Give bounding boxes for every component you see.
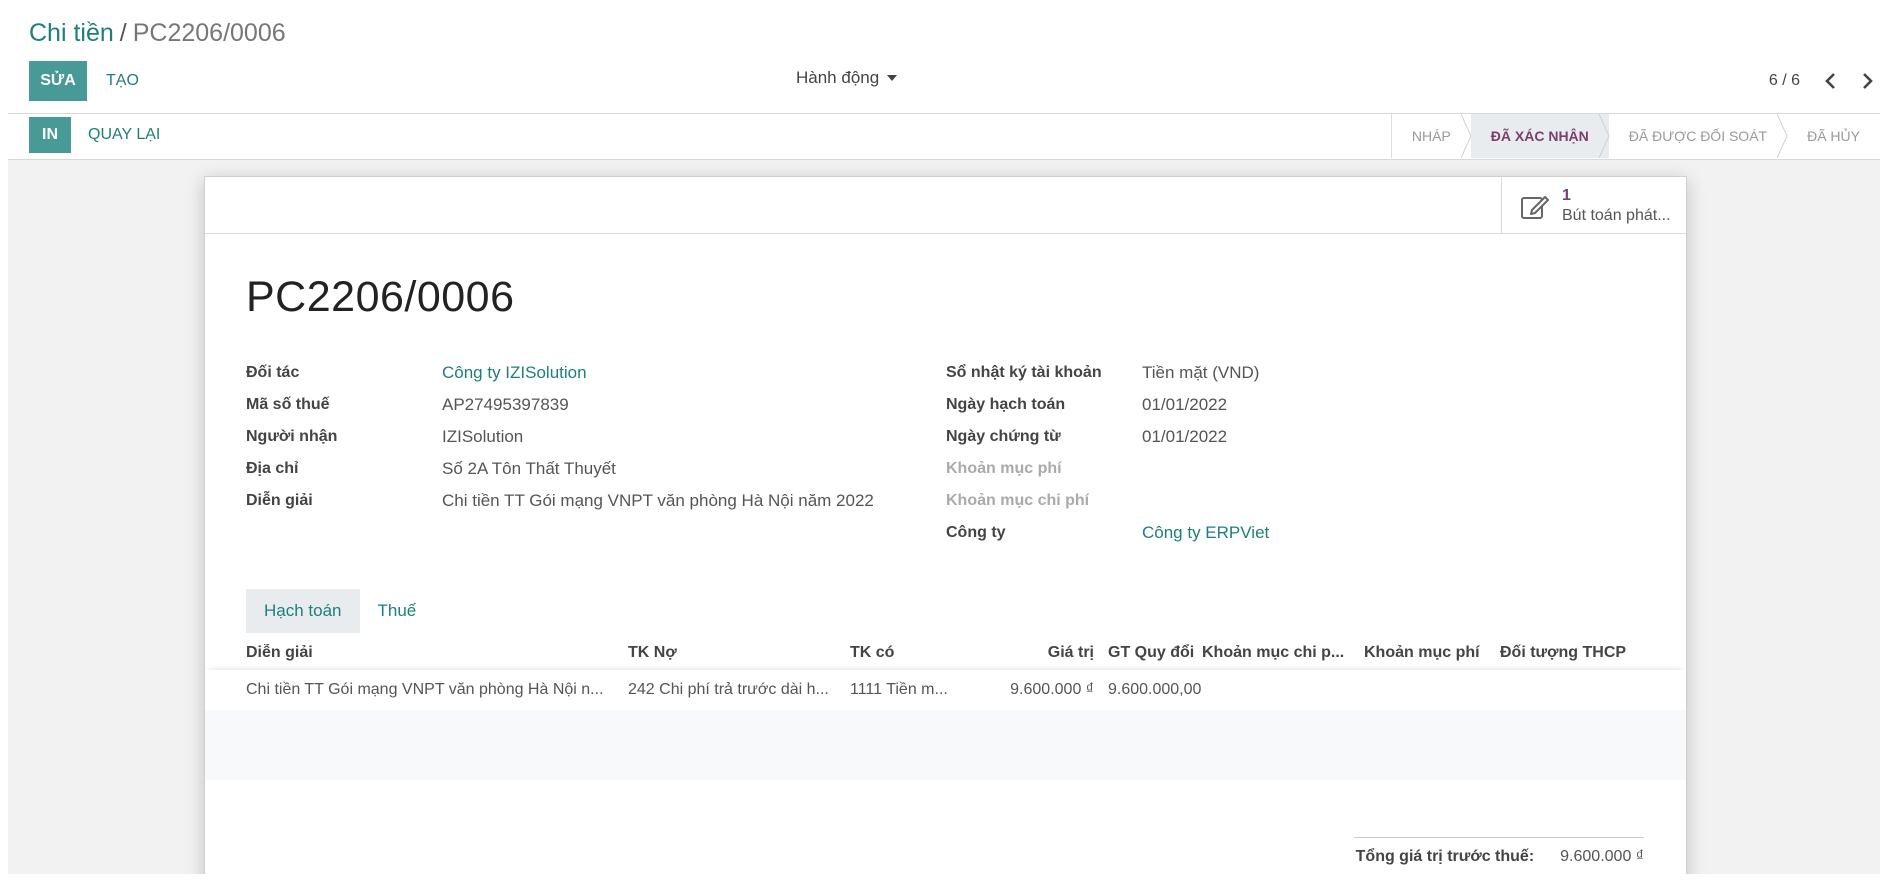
field-value[interactable]: Công ty IZISolution [442, 357, 874, 389]
tab-1[interactable]: Thuế [360, 589, 435, 633]
control-panel: Chi tiền / PC2206/0006 SỬA TẠO Hành động 6… [8, 0, 1880, 160]
column-header[interactable]: Đối tượng THCP [1500, 644, 1640, 662]
column-header[interactable]: TK Nợ [628, 644, 850, 662]
stage-arrow-icon [1598, 114, 1610, 158]
smart-button-value: 1 [1562, 186, 1571, 204]
field-label: Người nhận [246, 428, 338, 445]
table-row[interactable]: Chi tiền TT Gói mạng VNPT văn phòng Hà N… [205, 670, 1686, 710]
field-label: Công ty [946, 524, 1006, 541]
status-stage-2[interactable]: ĐÃ ĐƯỢC ĐỐI SOÁT [1609, 114, 1788, 158]
column-header[interactable]: Khoản mục phí [1364, 644, 1500, 662]
field-label: Mã số thuế [246, 396, 330, 413]
back-button[interactable]: QUAY LẠI [88, 117, 160, 153]
column-header[interactable]: Diễn giải [246, 644, 628, 662]
column-header[interactable]: TK có [850, 644, 968, 662]
field-label: Đối tác [246, 364, 300, 381]
caret-down-icon [887, 75, 898, 81]
pager-previous-button[interactable] [1822, 71, 1838, 91]
left-field-group: Đối tác Công ty IZISolution Mã số thuế AP27… [246, 357, 874, 517]
field-label: Khoản mục chi phí [946, 492, 1090, 509]
edit-button[interactable]: SỬA [29, 61, 87, 101]
table-cell: Chi tiền TT Gói mạng VNPT văn phòng Hà N… [246, 681, 604, 698]
smart-button-text: Bút toán phát... [1562, 206, 1671, 224]
field-label: Ngày chứng từ [946, 428, 1061, 445]
field-value: 01/01/2022 [1142, 427, 1228, 446]
field-value: IZISolution [442, 427, 524, 446]
pager-next-button[interactable] [1860, 71, 1876, 91]
create-button[interactable]: TẠO [106, 61, 139, 101]
lines-table-header: Diễn giải TK Nợ TK có Giá trị GT Quy đổi Khoả… [246, 636, 1646, 670]
status-stage-1[interactable]: ĐÃ XÁC NHẬN [1470, 114, 1610, 158]
edit-pencil-icon [1521, 195, 1549, 219]
breadcrumb: Chi tiền / PC2206/0006 [29, 18, 286, 48]
totals-summary: Tổng giá trị trước thuế: 9.600.000 ₫ [1354, 837, 1644, 866]
stage-arrow-icon [1777, 114, 1788, 158]
breadcrumb-parent-link[interactable]: Chi tiền [29, 19, 114, 47]
field-label: Diễn giải [246, 492, 313, 509]
breadcrumb-current: PC2206/0006 [132, 19, 286, 47]
table-cell: 9.600.000,00 [1108, 681, 1202, 698]
stage-arrow-icon [1460, 114, 1472, 158]
field-value: Chi tiền TT Gói mạng VNPT văn phòng Hà N… [442, 491, 874, 510]
status-stage-3[interactable]: ĐÃ HỦY [1787, 114, 1880, 158]
form-content-area: 1 Bút toán phát... PC2206/0006 Đối tác Cô… [8, 160, 1880, 882]
status-bar: NHÁP ĐÃ XÁC NHẬN ĐÃ ĐƯỢC ĐỐI SOÁT ĐÃ HỦY [1390, 114, 1880, 158]
notebook-tabs: Hạch toán Thuế [246, 589, 434, 633]
field-value: AP27495397839 [442, 395, 569, 414]
print-button[interactable]: IN [29, 117, 71, 153]
chevron-right-icon [1863, 73, 1873, 89]
field-value [1142, 453, 1269, 485]
table-cell: 9.600.000 ₫ [1010, 681, 1094, 698]
page-bottom [0, 874, 1884, 882]
field-label: Sổ nhật ký tài khoản [946, 364, 1102, 381]
journal-entries-smart-button[interactable]: 1 Bút toán phát... [1501, 177, 1686, 234]
status-stage-0[interactable]: NHÁP [1392, 114, 1472, 158]
total-untaxed-value: 9.600.000 ₫ [1560, 848, 1644, 865]
field-value: Tiền mặt (VND) [1142, 363, 1260, 382]
actions-dropdown[interactable]: Hành động [796, 68, 898, 88]
breadcrumb-separator: / [119, 19, 127, 47]
column-header[interactable]: Khoản mục chi p... [1202, 644, 1364, 662]
button-box: 1 Bút toán phát... [205, 177, 1686, 234]
pager-value[interactable]: 6 / 6 [1769, 72, 1800, 90]
field-label: Địa chỉ [246, 460, 299, 477]
field-value[interactable]: Công ty ERPViet [1142, 517, 1269, 549]
column-header[interactable]: Giá trị [968, 644, 1094, 662]
table-cell: 242 Chi phí trả trước dài h... [628, 681, 829, 698]
column-header[interactable]: GT Quy đổi [1094, 644, 1202, 662]
total-untaxed-label: Tổng giá trị trước thuế: [1355, 848, 1535, 865]
chevron-left-icon [1825, 73, 1835, 89]
actions-dropdown-label: Hành động [796, 68, 880, 87]
smart-button-stats: 1 Bút toán phát... [1562, 186, 1671, 226]
right-field-group: Sổ nhật ký tài khoản Tiền mặt (VND) Ngày h… [946, 357, 1269, 549]
tab-0[interactable]: Hạch toán [246, 589, 360, 633]
form-sheet: 1 Bút toán phát... PC2206/0006 Đối tác Cô… [204, 176, 1687, 882]
field-value: 01/01/2022 [1142, 395, 1228, 414]
record-title: PC2206/0006 [246, 273, 515, 321]
field-label: Ngày hạch toán [946, 396, 1066, 413]
field-value: Số 2A Tôn Thất Thuyết [442, 459, 616, 478]
table-empty-area [205, 710, 1686, 780]
table-cell: 1111 Tiền m... [850, 681, 948, 698]
field-label: Khoản mục phí [946, 460, 1062, 477]
pager: 6 / 6 [1769, 62, 1876, 100]
field-value [1142, 485, 1269, 517]
